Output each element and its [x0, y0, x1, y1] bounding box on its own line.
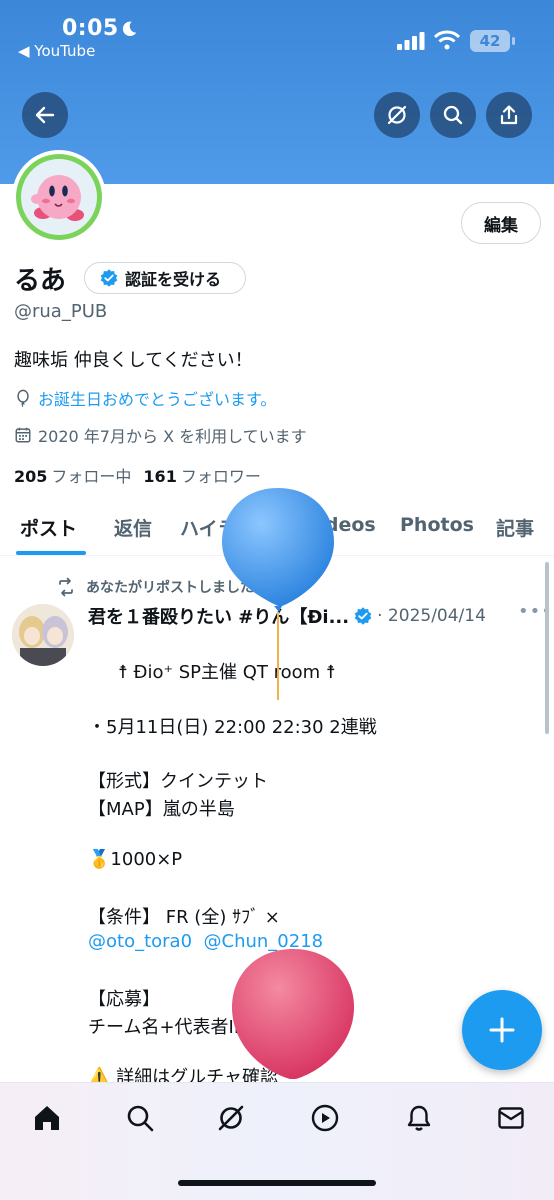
grok-icon[interactable]: [216, 1103, 246, 1133]
wifi-icon: [434, 30, 460, 50]
grok-icon: [387, 105, 407, 125]
profile-avatar[interactable]: [12, 150, 106, 244]
post-line-prize: 🥇1000×P: [88, 849, 183, 870]
search-icon[interactable]: [125, 1103, 155, 1133]
grok-button[interactable]: [374, 92, 420, 138]
moon-icon: [122, 21, 137, 37]
birthday-text[interactable]: お誕生日おめでとうございます。: [38, 386, 276, 410]
share-icon: [500, 105, 518, 125]
battery-indicator: 42: [470, 30, 510, 52]
tab-replies[interactable]: 返信: [114, 514, 152, 541]
video-icon[interactable]: [310, 1103, 340, 1133]
get-verified-button[interactable]: 認証を受ける: [84, 262, 246, 294]
share-button[interactable]: [486, 92, 532, 138]
tab-articles[interactable]: 記事: [496, 514, 534, 541]
joined-text: 2020 年7月から X を利用しています: [38, 427, 307, 446]
edit-profile-button[interactable]: 編集: [461, 202, 541, 244]
get-verified-label: 認証を受ける: [125, 270, 222, 289]
post-line-conditions: 【条件】 FR (全) ｻﾌﾞ ×: [88, 907, 280, 928]
tab-photos[interactable]: Photos: [400, 514, 474, 536]
repost-icon: [59, 577, 73, 597]
avatar-ring: [16, 154, 102, 240]
following-count: 205: [14, 467, 48, 486]
post-date: · 2025/04/14: [377, 606, 486, 626]
mention-link[interactable]: @oto_tora0: [88, 931, 192, 952]
search-button[interactable]: [430, 92, 476, 138]
red-balloon: [232, 949, 354, 1079]
mail-icon[interactable]: [496, 1103, 526, 1133]
post-line-format: 【形式】クインテット: [88, 771, 268, 792]
back-to-app-link[interactable]: ◀ YouTube: [18, 42, 95, 60]
back-button[interactable]: [22, 92, 68, 138]
balloon-icon: [17, 389, 29, 407]
birthday-row: お誕生日おめでとうございます。: [14, 386, 276, 410]
post-line-date: ・5月11日(日) 22:00 22:30 2連戦: [88, 717, 377, 738]
status-bar: 0:05 ◀ YouTube 42: [0, 0, 554, 70]
search-icon: [443, 105, 463, 125]
joined-row: 2020 年7月から X を利用しています: [14, 423, 307, 447]
plus-icon: [489, 1017, 515, 1043]
verified-badge-icon: [100, 269, 118, 287]
post-line-apply: 【応募】: [88, 989, 160, 1010]
signal-icon: [397, 32, 425, 50]
compose-post-button[interactable]: [462, 990, 542, 1070]
home-indicator-bar[interactable]: [178, 1180, 376, 1186]
battery-nub: [512, 37, 515, 45]
active-tab-indicator: [16, 551, 86, 555]
post-author-avatar[interactable]: [12, 604, 74, 666]
calendar-icon: [15, 427, 31, 443]
following-link[interactable]: 205 フォロー中: [14, 463, 131, 487]
profile-handle: @rua_PUB: [14, 301, 108, 322]
post-line-map: 【MAP】嵐の半島: [88, 799, 235, 820]
kirby-avatar-art: [31, 175, 84, 221]
status-time: 0:05: [62, 16, 119, 41]
profile-bio: 趣味垢 仲良くしてください！: [14, 350, 253, 371]
scrollbar[interactable]: [545, 562, 549, 734]
avatar-image: [21, 159, 97, 235]
home-icon[interactable]: [32, 1103, 62, 1133]
bell-icon[interactable]: [404, 1103, 434, 1133]
post-avatar-art: [12, 604, 74, 666]
arrow-left-icon: [35, 106, 55, 124]
blue-balloon: [222, 488, 334, 700]
tab-posts[interactable]: ポスト: [20, 514, 77, 541]
followers-count: 161: [143, 467, 177, 486]
following-label: フォロー中: [51, 467, 132, 486]
profile-name: るあ: [14, 266, 67, 296]
verified-badge-icon: [354, 607, 372, 625]
battery-level: 42: [479, 32, 501, 50]
